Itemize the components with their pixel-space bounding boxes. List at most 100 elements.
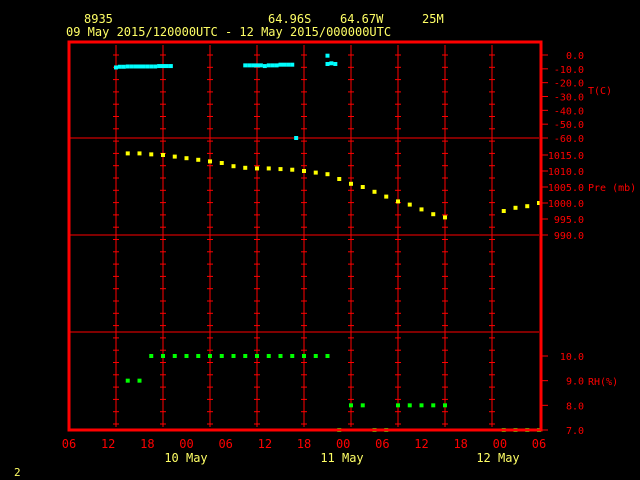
y-tick-label: 995.0 xyxy=(554,215,584,226)
x-tick-label: 18 xyxy=(453,437,467,451)
pressure-point xyxy=(313,170,318,175)
pressure-point xyxy=(208,159,212,164)
pressure-point xyxy=(149,152,154,157)
pressure-point xyxy=(231,164,236,169)
x-tick-label: 06 xyxy=(532,437,546,451)
y-tick-label: -60.0 xyxy=(554,134,584,145)
temperature-point xyxy=(125,64,130,69)
x-tick-label: 06 xyxy=(218,437,232,451)
pressure-point xyxy=(501,209,506,213)
pressure-point xyxy=(219,161,224,165)
y-tick-label: -20.0 xyxy=(554,79,584,90)
temperature-point xyxy=(168,64,173,69)
x-day-label: 10 May xyxy=(164,451,207,465)
pressure-point xyxy=(137,151,142,156)
humidity-point xyxy=(219,354,224,358)
x-tick-label: 12 xyxy=(101,437,115,451)
y-tick-label: 990.0 xyxy=(554,231,584,242)
y-axis-title: Pre (mb) xyxy=(588,183,636,194)
humidity-point xyxy=(125,378,130,383)
humidity-point xyxy=(161,354,165,358)
y-tick-label: 9.0 xyxy=(566,377,584,388)
y-tick-label: -50.0 xyxy=(554,120,584,131)
temperature-point xyxy=(325,61,330,66)
x-tick-label: 00 xyxy=(336,437,350,451)
pressure-point xyxy=(255,166,259,171)
x-tick-label: 06 xyxy=(375,437,389,451)
x-tick-label: 00 xyxy=(493,437,507,451)
pressure-point xyxy=(290,167,295,172)
temperature-point xyxy=(329,61,334,66)
humidity-point xyxy=(149,354,154,358)
humidity-point xyxy=(196,354,201,358)
pressure-point xyxy=(266,166,271,171)
x-tick-label: 12 xyxy=(258,437,272,451)
temperature-point xyxy=(282,62,287,67)
humidity-point xyxy=(313,354,318,358)
pressure-point xyxy=(443,215,447,220)
humidity-point xyxy=(231,354,236,358)
temperature-point xyxy=(274,63,279,68)
humidity-point xyxy=(419,403,424,408)
temperature-point xyxy=(270,63,275,68)
humidity-point xyxy=(349,403,353,408)
humidity-point xyxy=(184,354,189,358)
y-tick-label: 1000.0 xyxy=(548,199,584,210)
y-axis-title: T(C) xyxy=(588,86,612,97)
humidity-point xyxy=(407,403,412,408)
pressure-point xyxy=(325,172,330,177)
pressure-point xyxy=(161,153,165,157)
humidity-point xyxy=(278,354,283,358)
temperature-point xyxy=(133,64,138,69)
pressure-point xyxy=(513,205,518,210)
temperature-point xyxy=(114,65,118,70)
temperature-point xyxy=(121,64,126,69)
temperature-point xyxy=(243,63,248,68)
temperature-point xyxy=(149,64,154,69)
pressure-point xyxy=(384,194,389,199)
y-tick-label: -40.0 xyxy=(554,106,584,117)
pressure-point xyxy=(172,154,177,159)
y-tick-label: 0.0 xyxy=(566,51,584,62)
pressure-point xyxy=(419,207,424,212)
pressure-point xyxy=(125,151,130,156)
y-tick-label: -30.0 xyxy=(554,93,584,104)
temperature-point xyxy=(266,63,271,68)
pressure-point xyxy=(396,199,400,204)
y-tick-label: 8.0 xyxy=(566,401,584,412)
humidity-point xyxy=(290,354,295,358)
temperature-point xyxy=(278,62,283,67)
temperature-point xyxy=(333,61,338,66)
humidity-point xyxy=(302,354,306,358)
page-number: 2 xyxy=(14,466,21,479)
temperature-point xyxy=(129,64,134,69)
temperature-point xyxy=(255,63,259,68)
humidity-point xyxy=(443,403,447,408)
sounding-chart: 8935 64.96S 64.67W 25M 09 May 2015/12000… xyxy=(0,0,640,480)
station-elevation: 25M xyxy=(422,12,444,26)
temperature-point xyxy=(286,62,291,67)
y-axis-title: RH(%) xyxy=(588,377,618,388)
station-id: 8935 xyxy=(84,12,113,26)
humidity-point xyxy=(266,354,271,358)
humidity-point xyxy=(325,354,330,358)
y-tick-label: 10.0 xyxy=(560,352,584,363)
temperature-point xyxy=(153,64,158,69)
temperature-point xyxy=(157,64,162,69)
x-tick-label: 18 xyxy=(297,437,311,451)
temperature-point xyxy=(262,64,267,69)
humidity-point xyxy=(137,378,142,383)
pressure-point xyxy=(431,212,436,217)
time-range: 09 May 2015/120000UTC - 12 May 2015/0000… xyxy=(66,25,391,39)
temperature-point xyxy=(161,64,165,69)
pressure-point xyxy=(337,177,342,181)
pressure-point xyxy=(243,165,248,170)
pressure-point xyxy=(407,202,412,207)
pressure-point xyxy=(525,204,530,209)
temperature-point xyxy=(117,64,122,69)
y-tick-label: 1015.0 xyxy=(548,151,584,162)
temperature-point xyxy=(251,63,256,68)
station-longitude: 64.67W xyxy=(340,12,384,26)
humidity-point xyxy=(172,354,177,358)
chart-background xyxy=(0,0,640,480)
